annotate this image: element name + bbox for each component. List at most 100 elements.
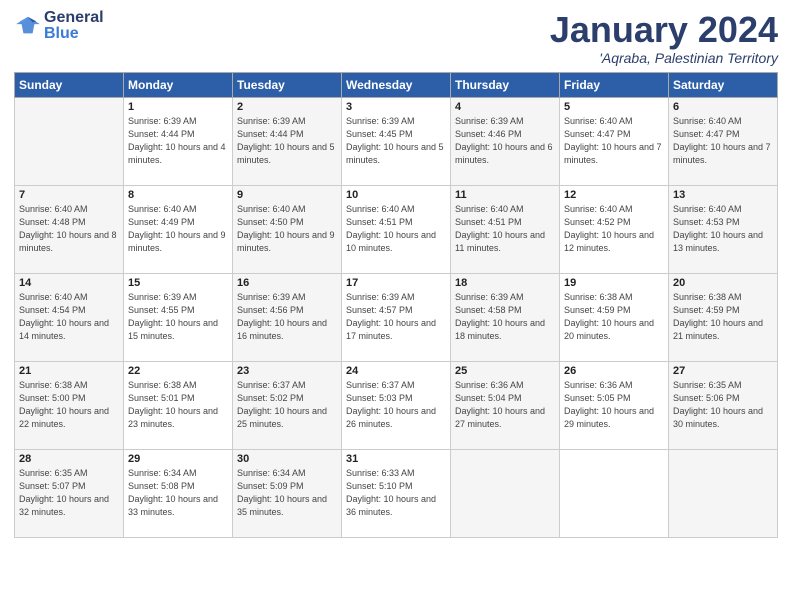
day-info: Sunrise: 6:39 AM Sunset: 4:58 PM Dayligh… [455,291,555,343]
day-info: Sunrise: 6:40 AM Sunset: 4:54 PM Dayligh… [19,291,119,343]
day-number: 8 [128,189,228,201]
day-number: 29 [128,453,228,465]
header-row: Sunday Monday Tuesday Wednesday Thursday… [15,72,778,97]
logo-name: General Blue [44,10,104,42]
calendar-cell: 19Sunrise: 6:38 AM Sunset: 4:59 PM Dayli… [560,273,669,361]
day-number: 1 [128,101,228,113]
calendar-cell: 21 Sunrise: 6:38 AM Sunset: 5:00 PM Dayli… [15,361,124,449]
week-row-2: 14 Sunrise: 6:40 AM Sunset: 4:54 PM Dayli… [15,273,778,361]
col-sunday: Sunday [15,72,124,97]
calendar-cell: 4Sunrise: 6:39 AM Sunset: 4:46 PM Daylig… [451,97,560,185]
calendar-cell: 13 Sunrise: 6:40 AM Sunset: 4:53 PM Dayli… [669,185,778,273]
day-info: Sunrise: 6:37 AM Sunset: 5:03 PM Dayligh… [346,379,446,431]
calendar-cell: 2 Sunrise: 6:39 AM Sunset: 4:44 PM Daylig… [233,97,342,185]
day-number: 11 [455,189,555,201]
day-number: 10 [346,189,446,201]
week-row-1: 7 Sunrise: 6:40 AM Sunset: 4:48 PM Daylig… [15,185,778,273]
week-row-3: 21 Sunrise: 6:38 AM Sunset: 5:00 PM Dayli… [15,361,778,449]
day-info: Sunrise: 6:40 AM Sunset: 4:52 PM Dayligh… [564,203,664,255]
day-number: 16 [237,277,337,289]
day-number: 18 [455,277,555,289]
day-number: 7 [19,189,119,201]
calendar-cell [451,449,560,537]
calendar-cell [15,97,124,185]
day-info: Sunrise: 6:34 AM Sunset: 5:08 PM Dayligh… [128,467,228,519]
col-friday: Friday [560,72,669,97]
day-number: 12 [564,189,664,201]
col-tuesday: Tuesday [233,72,342,97]
day-number: 26 [564,365,664,377]
week-row-4: 28Sunrise: 6:35 AM Sunset: 5:07 PM Dayli… [15,449,778,537]
day-info: Sunrise: 6:40 AM Sunset: 4:48 PM Dayligh… [19,203,119,255]
logo-bird-icon [14,15,42,37]
day-info: Sunrise: 6:40 AM Sunset: 4:53 PM Dayligh… [673,203,773,255]
page-container: General Blue January 2024 'Aqraba, Pales… [0,0,792,612]
day-info: Sunrise: 6:38 AM Sunset: 5:00 PM Dayligh… [19,379,119,431]
day-info: Sunrise: 6:39 AM Sunset: 4:56 PM Dayligh… [237,291,337,343]
day-info: Sunrise: 6:40 AM Sunset: 4:47 PM Dayligh… [673,115,773,167]
header: General Blue January 2024 'Aqraba, Pales… [14,10,778,66]
day-info: Sunrise: 6:39 AM Sunset: 4:46 PM Dayligh… [455,115,555,167]
calendar-cell: 26 Sunrise: 6:36 AM Sunset: 5:05 PM Dayli… [560,361,669,449]
calendar-cell: 28Sunrise: 6:35 AM Sunset: 5:07 PM Dayli… [15,449,124,537]
day-number: 14 [19,277,119,289]
calendar-cell: 27Sunrise: 6:35 AM Sunset: 5:06 PM Dayli… [669,361,778,449]
day-number: 22 [128,365,228,377]
logo-general-text: General [44,10,104,26]
day-number: 13 [673,189,773,201]
day-info: Sunrise: 6:38 AM Sunset: 5:01 PM Dayligh… [128,379,228,431]
title-section: January 2024 'Aqraba, Palestinian Territ… [550,10,778,66]
calendar-cell: 9 Sunrise: 6:40 AM Sunset: 4:50 PM Daylig… [233,185,342,273]
calendar-cell: 25Sunrise: 6:36 AM Sunset: 5:04 PM Dayli… [451,361,560,449]
day-number: 9 [237,189,337,201]
calendar-cell: 24 Sunrise: 6:37 AM Sunset: 5:03 PM Dayli… [342,361,451,449]
calendar-cell: 12 Sunrise: 6:40 AM Sunset: 4:52 PM Dayli… [560,185,669,273]
day-info: Sunrise: 6:34 AM Sunset: 5:09 PM Dayligh… [237,467,337,519]
col-saturday: Saturday [669,72,778,97]
day-info: Sunrise: 6:37 AM Sunset: 5:02 PM Dayligh… [237,379,337,431]
day-info: Sunrise: 6:38 AM Sunset: 4:59 PM Dayligh… [673,291,773,343]
day-info: Sunrise: 6:36 AM Sunset: 5:05 PM Dayligh… [564,379,664,431]
col-monday: Monday [124,72,233,97]
calendar-cell: 17 Sunrise: 6:39 AM Sunset: 4:57 PM Dayli… [342,273,451,361]
day-number: 25 [455,365,555,377]
calendar-cell: 6 Sunrise: 6:40 AM Sunset: 4:47 PM Daylig… [669,97,778,185]
calendar-cell: 31Sunrise: 6:33 AM Sunset: 5:10 PM Dayli… [342,449,451,537]
day-number: 30 [237,453,337,465]
col-thursday: Thursday [451,72,560,97]
day-info: Sunrise: 6:40 AM Sunset: 4:47 PM Dayligh… [564,115,664,167]
day-number: 2 [237,101,337,113]
day-number: 24 [346,365,446,377]
calendar-cell: 14 Sunrise: 6:40 AM Sunset: 4:54 PM Dayli… [15,273,124,361]
month-title: January 2024 [550,10,778,50]
calendar-cell: 7 Sunrise: 6:40 AM Sunset: 4:48 PM Daylig… [15,185,124,273]
day-info: Sunrise: 6:39 AM Sunset: 4:45 PM Dayligh… [346,115,446,167]
logo: General Blue [14,10,104,42]
calendar-cell: 16 Sunrise: 6:39 AM Sunset: 4:56 PM Dayli… [233,273,342,361]
day-number: 15 [128,277,228,289]
calendar-cell: 23 Sunrise: 6:37 AM Sunset: 5:02 PM Dayli… [233,361,342,449]
calendar-cell: 20Sunrise: 6:38 AM Sunset: 4:59 PM Dayli… [669,273,778,361]
day-info: Sunrise: 6:39 AM Sunset: 4:55 PM Dayligh… [128,291,228,343]
day-info: Sunrise: 6:35 AM Sunset: 5:06 PM Dayligh… [673,379,773,431]
day-number: 17 [346,277,446,289]
calendar-cell: 22 Sunrise: 6:38 AM Sunset: 5:01 PM Dayli… [124,361,233,449]
day-number: 6 [673,101,773,113]
day-info: Sunrise: 6:38 AM Sunset: 4:59 PM Dayligh… [564,291,664,343]
day-info: Sunrise: 6:40 AM Sunset: 4:50 PM Dayligh… [237,203,337,255]
week-row-0: 1 Sunrise: 6:39 AM Sunset: 4:44 PM Daylig… [15,97,778,185]
location-text: 'Aqraba, Palestinian Territory [550,50,778,66]
calendar-cell: 8Sunrise: 6:40 AM Sunset: 4:49 PM Daylig… [124,185,233,273]
calendar-cell [560,449,669,537]
calendar-cell [669,449,778,537]
calendar-cell: 5Sunrise: 6:40 AM Sunset: 4:47 PM Daylig… [560,97,669,185]
calendar-table: Sunday Monday Tuesday Wednesday Thursday… [14,72,778,538]
logo-blue-text: Blue [44,26,104,42]
calendar-cell: 1 Sunrise: 6:39 AM Sunset: 4:44 PM Daylig… [124,97,233,185]
day-number: 21 [19,365,119,377]
day-info: Sunrise: 6:39 AM Sunset: 4:44 PM Dayligh… [128,115,228,167]
day-number: 23 [237,365,337,377]
day-info: Sunrise: 6:39 AM Sunset: 4:57 PM Dayligh… [346,291,446,343]
day-info: Sunrise: 6:39 AM Sunset: 4:44 PM Dayligh… [237,115,337,167]
day-info: Sunrise: 6:33 AM Sunset: 5:10 PM Dayligh… [346,467,446,519]
